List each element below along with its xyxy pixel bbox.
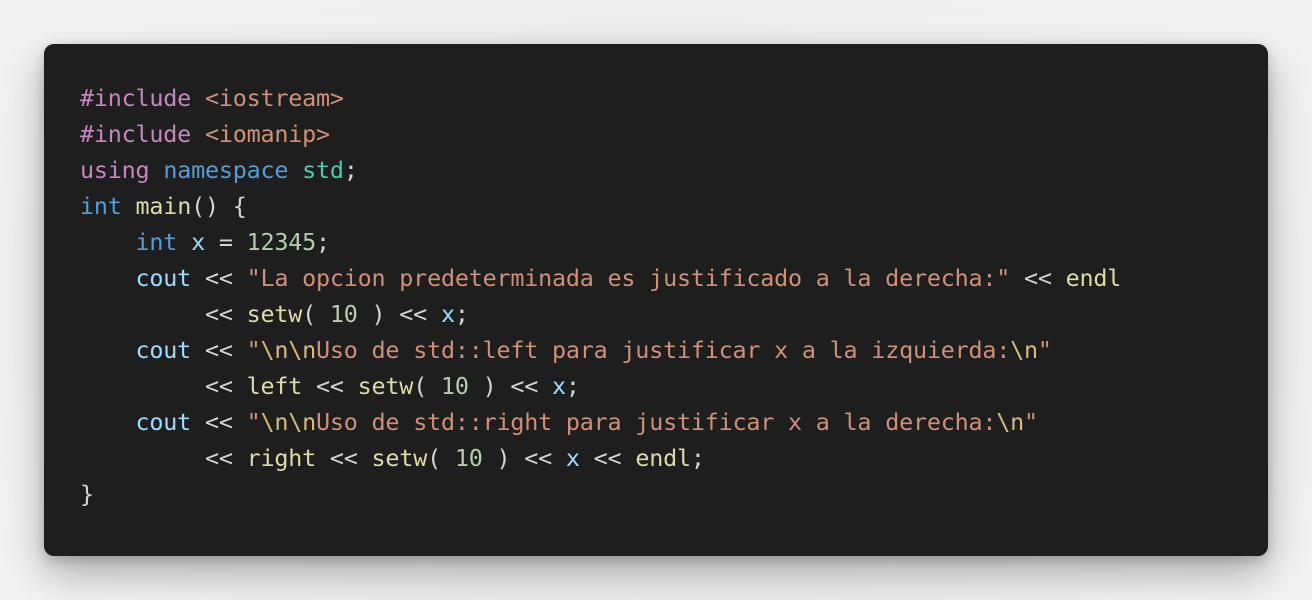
code-line-8: cout << "\n\nUso de std::left para justi… [80,332,1121,368]
code-token: endl [635,444,691,472]
code-token: std [302,156,344,184]
code-token: \n [996,408,1025,436]
code-token: setw [371,444,428,472]
code-token: ( [413,372,441,400]
code-line-6: cout << "La opcion predeterminada es jus… [80,260,1122,296]
code-token: ; [343,156,358,184]
code-token: << [191,336,247,364]
code-token: " [1037,336,1052,364]
code-block[interactable]: #include <iostream> #include <iomanip> usi… [80,80,1121,512]
code-token: x [565,444,580,472]
code-token: = [204,228,247,256]
code-token: << [191,408,247,436]
code-token: cout [135,408,192,436]
code-token: " [246,408,261,436]
code-token: #include [80,120,192,148]
code-token: << [579,444,636,472]
code-token: " [246,336,261,364]
code-token: x [191,228,205,256]
code-token: left [246,372,303,400]
code-token: 12345 [246,228,317,256]
code-token: () { [191,192,247,220]
code-token: x [552,372,566,400]
code-token: Uso de std::left para justificar x a la … [316,336,1011,364]
code-token: << [191,264,247,292]
code-token: cout [135,264,192,292]
code-token: x [440,300,455,328]
code-token: cout [135,336,192,364]
code-token: ; [565,372,580,400]
code-token: << [302,372,358,400]
code-token: endl [1065,264,1122,292]
code-token: \n [1010,336,1038,364]
code-line-4: int main() { [80,188,1121,224]
code-snippet-window: #include <iostream> #include <iomanip> usi… [44,44,1268,556]
code-token: 10 [329,300,358,328]
code-token: int [80,192,122,220]
code-token: "La opcion predeterminada es justificado… [246,264,1011,292]
code-token: << [510,444,566,472]
code-token: <iostream> [204,84,344,112]
code-token: ; [454,300,469,328]
code-line-1: #include <iostream> [80,80,1121,116]
code-token: << [80,300,247,328]
code-token: 10 [454,444,483,472]
code-token: ; [316,228,330,256]
code-token: right [246,444,317,472]
code-line-12: } [80,476,1121,512]
code-token: " [1024,408,1038,436]
code-token: ) [482,444,511,472]
code-token: namespace [163,156,289,184]
code-line-3: using namespace std; [80,152,1121,188]
code-token: using [80,156,150,184]
code-token: << [316,444,372,472]
code-token: 10 [440,372,469,400]
code-token: ) [468,372,497,400]
code-line-7: << setw( 10 ) << x; [80,296,1121,332]
code-token: Uso de std::right para justificar x a la… [316,408,997,436]
code-token: << [80,372,247,400]
code-token: ) [357,300,386,328]
code-line-11: << right << setw( 10 ) << x << endl; [80,440,1121,476]
code-token: << [496,372,553,400]
code-token: int [135,228,178,256]
code-token: << [1010,264,1066,292]
code-token: \n\n [260,408,317,436]
code-line-10: cout << "\n\nUso de std::right para just… [80,404,1121,440]
code-token: setw [357,372,414,400]
code-token: << [80,444,247,472]
code-token: } [80,480,94,508]
code-token: ( [302,300,330,328]
code-token: \n\n [260,336,317,364]
code-token: ; [690,444,705,472]
code-token: #include [80,84,192,112]
code-line-9: << left << setw( 10 ) << x; [80,368,1121,404]
code-token: << [385,300,441,328]
code-line-2: #include <iomanip> [80,116,1121,152]
code-token: setw [246,300,303,328]
code-line-5: int x = 12345; [80,224,1121,260]
code-token: ( [427,444,455,472]
code-token: main [135,192,192,220]
code-token: <iomanip> [204,120,330,148]
